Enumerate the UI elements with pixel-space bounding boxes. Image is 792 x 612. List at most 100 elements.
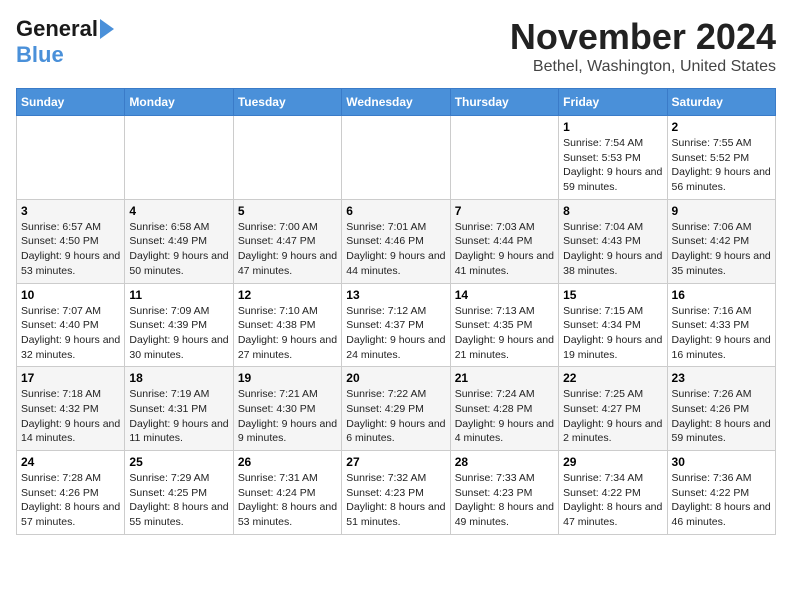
calendar-cell: 20 Sunrise: 7:22 AM Sunset: 4:29 PM Dayli…: [342, 367, 450, 451]
day-number: 3: [21, 204, 120, 218]
calendar-cell: [125, 116, 233, 200]
calendar-cell: 23 Sunrise: 7:26 AM Sunset: 4:26 PM Dayli…: [667, 367, 775, 451]
day-number: 17: [21, 371, 120, 385]
day-info: Sunrise: 7:16 AM Sunset: 4:33 PM Dayligh…: [672, 304, 771, 363]
location-title: Bethel, Washington, United States: [510, 58, 776, 76]
logo-arrow-icon: [100, 19, 114, 39]
calendar-cell: 30Sunrise: 7:36 AM Sunset: 4:22 PM Dayli…: [667, 451, 775, 535]
calendar-cell: 22 Sunrise: 7:25 AM Sunset: 4:27 PM Dayli…: [559, 367, 667, 451]
calendar-cell: 18 Sunrise: 7:19 AM Sunset: 4:31 PM Dayli…: [125, 367, 233, 451]
day-number: 16: [672, 288, 771, 302]
day-info: Sunrise: 7:15 AM Sunset: 4:34 PM Dayligh…: [563, 304, 662, 363]
day-number: 1: [563, 120, 662, 134]
day-info: Sunrise: 7:54 AM Sunset: 5:53 PM Dayligh…: [563, 136, 662, 195]
day-info: Sunrise: 7:29 AM Sunset: 4:25 PM Dayligh…: [129, 471, 228, 530]
calendar-cell: 27 Sunrise: 7:32 AM Sunset: 4:23 PM Dayli…: [342, 451, 450, 535]
header-wednesday: Wednesday: [342, 89, 450, 116]
day-info: Sunrise: 7:32 AM Sunset: 4:23 PM Dayligh…: [346, 471, 445, 530]
day-info: Sunrise: 7:12 AM Sunset: 4:37 PM Dayligh…: [346, 304, 445, 363]
day-number: 25: [129, 455, 228, 469]
day-number: 24: [21, 455, 120, 469]
day-info: Sunrise: 7:33 AM Sunset: 4:23 PM Dayligh…: [455, 471, 554, 530]
calendar-cell: 13 Sunrise: 7:12 AM Sunset: 4:37 PM Dayli…: [342, 283, 450, 367]
calendar-cell: 17 Sunrise: 7:18 AM Sunset: 4:32 PM Dayli…: [17, 367, 125, 451]
day-number: 26: [238, 455, 337, 469]
day-info: Sunrise: 7:28 AM Sunset: 4:26 PM Dayligh…: [21, 471, 120, 530]
logo-general: General: [16, 16, 98, 42]
day-info: Sunrise: 7:13 AM Sunset: 4:35 PM Dayligh…: [455, 304, 554, 363]
header-thursday: Thursday: [450, 89, 558, 116]
day-info: Sunrise: 7:22 AM Sunset: 4:29 PM Dayligh…: [346, 387, 445, 446]
calendar: SundayMondayTuesdayWednesdayThursdayFrid…: [16, 88, 776, 535]
day-number: 2: [672, 120, 771, 134]
day-number: 9: [672, 204, 771, 218]
day-number: 19: [238, 371, 337, 385]
calendar-cell: 4Sunrise: 6:58 AM Sunset: 4:49 PM Daylig…: [125, 199, 233, 283]
calendar-cell: 6 Sunrise: 7:01 AM Sunset: 4:46 PM Daylig…: [342, 199, 450, 283]
day-number: 21: [455, 371, 554, 385]
day-info: Sunrise: 7:34 AM Sunset: 4:22 PM Dayligh…: [563, 471, 662, 530]
logo-blue: Blue: [16, 42, 64, 68]
day-number: 11: [129, 288, 228, 302]
week-row-1: 3 Sunrise: 6:57 AM Sunset: 4:50 PM Daylig…: [17, 199, 776, 283]
day-number: 4: [129, 204, 228, 218]
day-info: Sunrise: 7:03 AM Sunset: 4:44 PM Dayligh…: [455, 220, 554, 279]
day-info: Sunrise: 7:25 AM Sunset: 4:27 PM Dayligh…: [563, 387, 662, 446]
day-number: 13: [346, 288, 445, 302]
day-number: 10: [21, 288, 120, 302]
day-number: 23: [672, 371, 771, 385]
day-info: Sunrise: 7:18 AM Sunset: 4:32 PM Dayligh…: [21, 387, 120, 446]
week-row-3: 17 Sunrise: 7:18 AM Sunset: 4:32 PM Dayli…: [17, 367, 776, 451]
title-area: November 2024 Bethel, Washington, United…: [510, 16, 776, 76]
day-info: Sunrise: 7:06 AM Sunset: 4:42 PM Dayligh…: [672, 220, 771, 279]
calendar-cell: 5Sunrise: 7:00 AM Sunset: 4:47 PM Daylig…: [233, 199, 341, 283]
day-number: 20: [346, 371, 445, 385]
calendar-cell: 11 Sunrise: 7:09 AM Sunset: 4:39 PM Dayli…: [125, 283, 233, 367]
day-number: 14: [455, 288, 554, 302]
day-info: Sunrise: 7:24 AM Sunset: 4:28 PM Dayligh…: [455, 387, 554, 446]
logo: General Blue: [16, 16, 114, 68]
calendar-cell: 29Sunrise: 7:34 AM Sunset: 4:22 PM Dayli…: [559, 451, 667, 535]
calendar-header-row: SundayMondayTuesdayWednesdayThursdayFrid…: [17, 89, 776, 116]
header-friday: Friday: [559, 89, 667, 116]
calendar-cell: 7 Sunrise: 7:03 AM Sunset: 4:44 PM Daylig…: [450, 199, 558, 283]
day-number: 22: [563, 371, 662, 385]
day-number: 30: [672, 455, 771, 469]
calendar-cell: 3 Sunrise: 6:57 AM Sunset: 4:50 PM Daylig…: [17, 199, 125, 283]
calendar-cell: 24 Sunrise: 7:28 AM Sunset: 4:26 PM Dayli…: [17, 451, 125, 535]
calendar-cell: 14 Sunrise: 7:13 AM Sunset: 4:35 PM Dayli…: [450, 283, 558, 367]
day-number: 8: [563, 204, 662, 218]
week-row-2: 10 Sunrise: 7:07 AM Sunset: 4:40 PM Dayli…: [17, 283, 776, 367]
calendar-cell: [233, 116, 341, 200]
week-row-0: 1 Sunrise: 7:54 AM Sunset: 5:53 PM Daylig…: [17, 116, 776, 200]
day-info: Sunrise: 7:19 AM Sunset: 4:31 PM Dayligh…: [129, 387, 228, 446]
header-sunday: Sunday: [17, 89, 125, 116]
month-title: November 2024: [510, 16, 776, 58]
calendar-cell: 1 Sunrise: 7:54 AM Sunset: 5:53 PM Daylig…: [559, 116, 667, 200]
day-info: Sunrise: 7:21 AM Sunset: 4:30 PM Dayligh…: [238, 387, 337, 446]
day-number: 27: [346, 455, 445, 469]
day-info: Sunrise: 7:00 AM Sunset: 4:47 PM Dayligh…: [238, 220, 337, 279]
day-info: Sunrise: 7:55 AM Sunset: 5:52 PM Dayligh…: [672, 136, 771, 195]
day-info: Sunrise: 7:31 AM Sunset: 4:24 PM Dayligh…: [238, 471, 337, 530]
calendar-cell: 28 Sunrise: 7:33 AM Sunset: 4:23 PM Dayli…: [450, 451, 558, 535]
calendar-cell: 10 Sunrise: 7:07 AM Sunset: 4:40 PM Dayli…: [17, 283, 125, 367]
calendar-cell: 16 Sunrise: 7:16 AM Sunset: 4:33 PM Dayli…: [667, 283, 775, 367]
day-info: Sunrise: 6:57 AM Sunset: 4:50 PM Dayligh…: [21, 220, 120, 279]
calendar-cell: 9 Sunrise: 7:06 AM Sunset: 4:42 PM Daylig…: [667, 199, 775, 283]
week-row-4: 24 Sunrise: 7:28 AM Sunset: 4:26 PM Dayli…: [17, 451, 776, 535]
calendar-cell: [17, 116, 125, 200]
calendar-cell: 12Sunrise: 7:10 AM Sunset: 4:38 PM Dayli…: [233, 283, 341, 367]
day-number: 12: [238, 288, 337, 302]
day-number: 7: [455, 204, 554, 218]
day-number: 6: [346, 204, 445, 218]
day-number: 28: [455, 455, 554, 469]
day-info: Sunrise: 7:26 AM Sunset: 4:26 PM Dayligh…: [672, 387, 771, 446]
day-info: Sunrise: 7:01 AM Sunset: 4:46 PM Dayligh…: [346, 220, 445, 279]
calendar-cell: 26 Sunrise: 7:31 AM Sunset: 4:24 PM Dayli…: [233, 451, 341, 535]
day-info: Sunrise: 7:07 AM Sunset: 4:40 PM Dayligh…: [21, 304, 120, 363]
header-monday: Monday: [125, 89, 233, 116]
day-info: Sunrise: 7:09 AM Sunset: 4:39 PM Dayligh…: [129, 304, 228, 363]
day-number: 15: [563, 288, 662, 302]
day-number: 18: [129, 371, 228, 385]
